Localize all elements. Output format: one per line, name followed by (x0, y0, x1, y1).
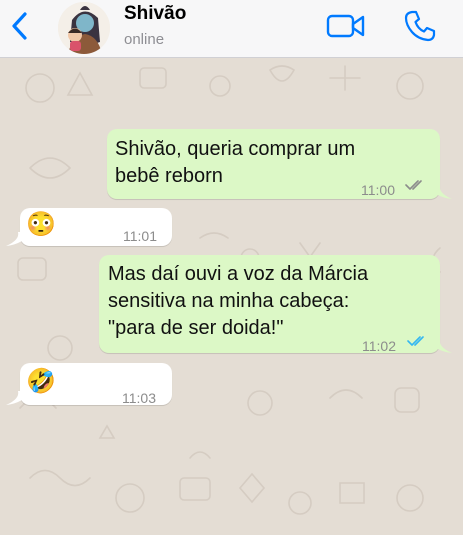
message-time: 11:02 (362, 338, 396, 354)
chevron-left-icon (12, 12, 27, 40)
bubble-tail (428, 339, 452, 353)
voice-call-button[interactable] (403, 9, 437, 43)
bubble-tail (6, 232, 30, 246)
read-ticks-icon (407, 336, 424, 346)
message-emoji: 😳 (26, 211, 56, 238)
contact-avatar-illustration (58, 2, 110, 54)
phone-icon (404, 10, 436, 42)
back-button[interactable] (4, 10, 34, 42)
bubble-tail (428, 185, 452, 199)
avatar[interactable] (58, 2, 110, 54)
message-time: 11:03 (122, 390, 156, 406)
video-camera-icon (326, 14, 365, 38)
delivered-ticks-icon (405, 180, 422, 190)
message-bubble-incoming[interactable]: 😳 11:01 (20, 208, 172, 246)
message-time: 11:00 (361, 182, 395, 198)
message-text: Mas daí ouvi a voz da Márcia sensitiva n… (108, 263, 369, 339)
message-time: 11:01 (123, 228, 157, 244)
message-bubble-incoming[interactable]: 🤣 11:03 (20, 363, 172, 406)
contact-name[interactable]: Shivão (124, 3, 186, 25)
bubble-tail (6, 391, 30, 405)
message-emoji: 🤣 (26, 368, 56, 395)
chat-area[interactable]: Shivão, queria comprar um bebê reborn 11… (0, 58, 463, 535)
video-call-button[interactable] (326, 12, 366, 40)
contact-status: online (124, 31, 165, 48)
message-bubble-outgoing[interactable]: Shivão, queria comprar um bebê reborn 11… (107, 129, 440, 199)
message-bubble-outgoing[interactable]: Mas daí ouvi a voz da Márcia sensitiva n… (99, 255, 440, 354)
chat-header: Shivão online (0, 0, 463, 58)
